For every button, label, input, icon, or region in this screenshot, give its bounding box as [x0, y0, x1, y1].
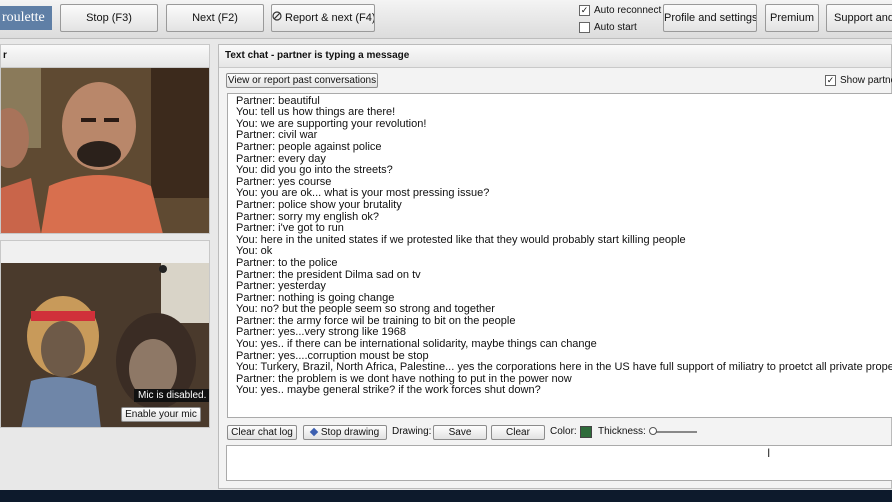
drawing-clear-button[interactable]: Clear — [491, 425, 545, 440]
chat-header: Text chat - partner is typing a message — [219, 45, 891, 68]
self-video-panel: Mic is disabled. Enable your mic — [0, 240, 210, 428]
enable-mic-button[interactable]: Enable your mic — [121, 407, 201, 422]
chat-message: Partner: people against police — [236, 140, 382, 153]
thickness-slider-handle[interactable] — [649, 427, 657, 435]
thickness-slider-track[interactable] — [651, 431, 697, 433]
chat-message: Partner: yesterday — [236, 280, 326, 293]
thickness-label: Thickness: — [598, 426, 646, 437]
chat-message: Partner: i've got to run — [236, 222, 344, 235]
report-next-label: Report & next (F4) — [285, 12, 375, 24]
stop-drawing-label: Stop drawing — [320, 427, 380, 438]
message-input[interactable] — [226, 445, 892, 481]
auto-start-label: Auto start — [594, 22, 637, 33]
stop-button[interactable]: Stop (F3) — [60, 4, 158, 32]
checkbox-check-icon: ✓ — [579, 5, 590, 16]
top-toolbar: roulette Stop (F3) Next (F2) Report & ne… — [0, 0, 892, 39]
logo: roulette — [0, 6, 52, 30]
chat-message: You: we are supporting your revolution! — [236, 117, 427, 130]
chat-message: Partner: to the police — [236, 256, 338, 269]
clear-chat-log-button[interactable]: Clear chat log — [227, 425, 297, 440]
chat-message: You: here in the united states if we pro… — [236, 233, 686, 246]
next-button[interactable]: Next (F2) — [166, 4, 264, 32]
show-partner-checkbox[interactable]: ✓ Show partne — [825, 75, 892, 86]
show-partner-label: Show partne — [840, 75, 892, 86]
chat-messages: You: hello!Partner: beautifulYou: tell u… — [236, 94, 892, 397]
partner-video-feed — [1, 68, 209, 233]
past-conversations-button[interactable]: View or report past conversations — [226, 73, 378, 88]
chat-message: Partner: police show your brutality — [236, 198, 402, 211]
partner-video-header: r — [1, 45, 209, 68]
checkbox-check-icon: ✓ — [825, 75, 836, 86]
chat-message: Partner: the president Dilma sad on tv — [236, 268, 421, 281]
chat-message: You: yes.. maybe general strike? if the … — [236, 384, 541, 397]
color-picker-swatch[interactable] — [580, 426, 592, 438]
diamond-icon — [309, 428, 319, 437]
chat-log[interactable]: You: hello!Partner: beautifulYou: tell u… — [227, 93, 892, 418]
color-label: Color: — [550, 426, 577, 437]
text-cursor-icon: I — [767, 446, 771, 460]
forbidden-icon — [272, 5, 282, 31]
auto-start-checkbox[interactable]: Auto start — [579, 22, 637, 33]
drawing-save-button[interactable]: Save — [433, 425, 487, 440]
stop-drawing-button[interactable]: Stop drawing — [303, 425, 387, 440]
mic-status-label: Mic is disabled. — [134, 389, 209, 402]
auto-reconnect-label: Auto reconnect — [594, 5, 662, 16]
drawing-label: Drawing: — [392, 426, 432, 437]
support-button[interactable]: Support and c — [826, 4, 892, 32]
auto-reconnect-checkbox[interactable]: ✓ Auto reconnect — [579, 5, 661, 16]
chat-message: You: yes.. if there can be international… — [236, 338, 597, 351]
text-chat-panel: Text chat - partner is typing a message … — [218, 44, 892, 489]
partner-video-panel: r — [0, 44, 210, 234]
chat-message: You: did you go into the streets? — [236, 164, 393, 177]
checkbox-empty-icon — [579, 22, 590, 33]
premium-button[interactable]: Premium — [765, 4, 819, 32]
taskbar — [0, 490, 892, 502]
profile-settings-button[interactable]: Profile and settings — [663, 4, 757, 32]
report-next-button[interactable]: Report & next (F4) — [271, 4, 375, 32]
